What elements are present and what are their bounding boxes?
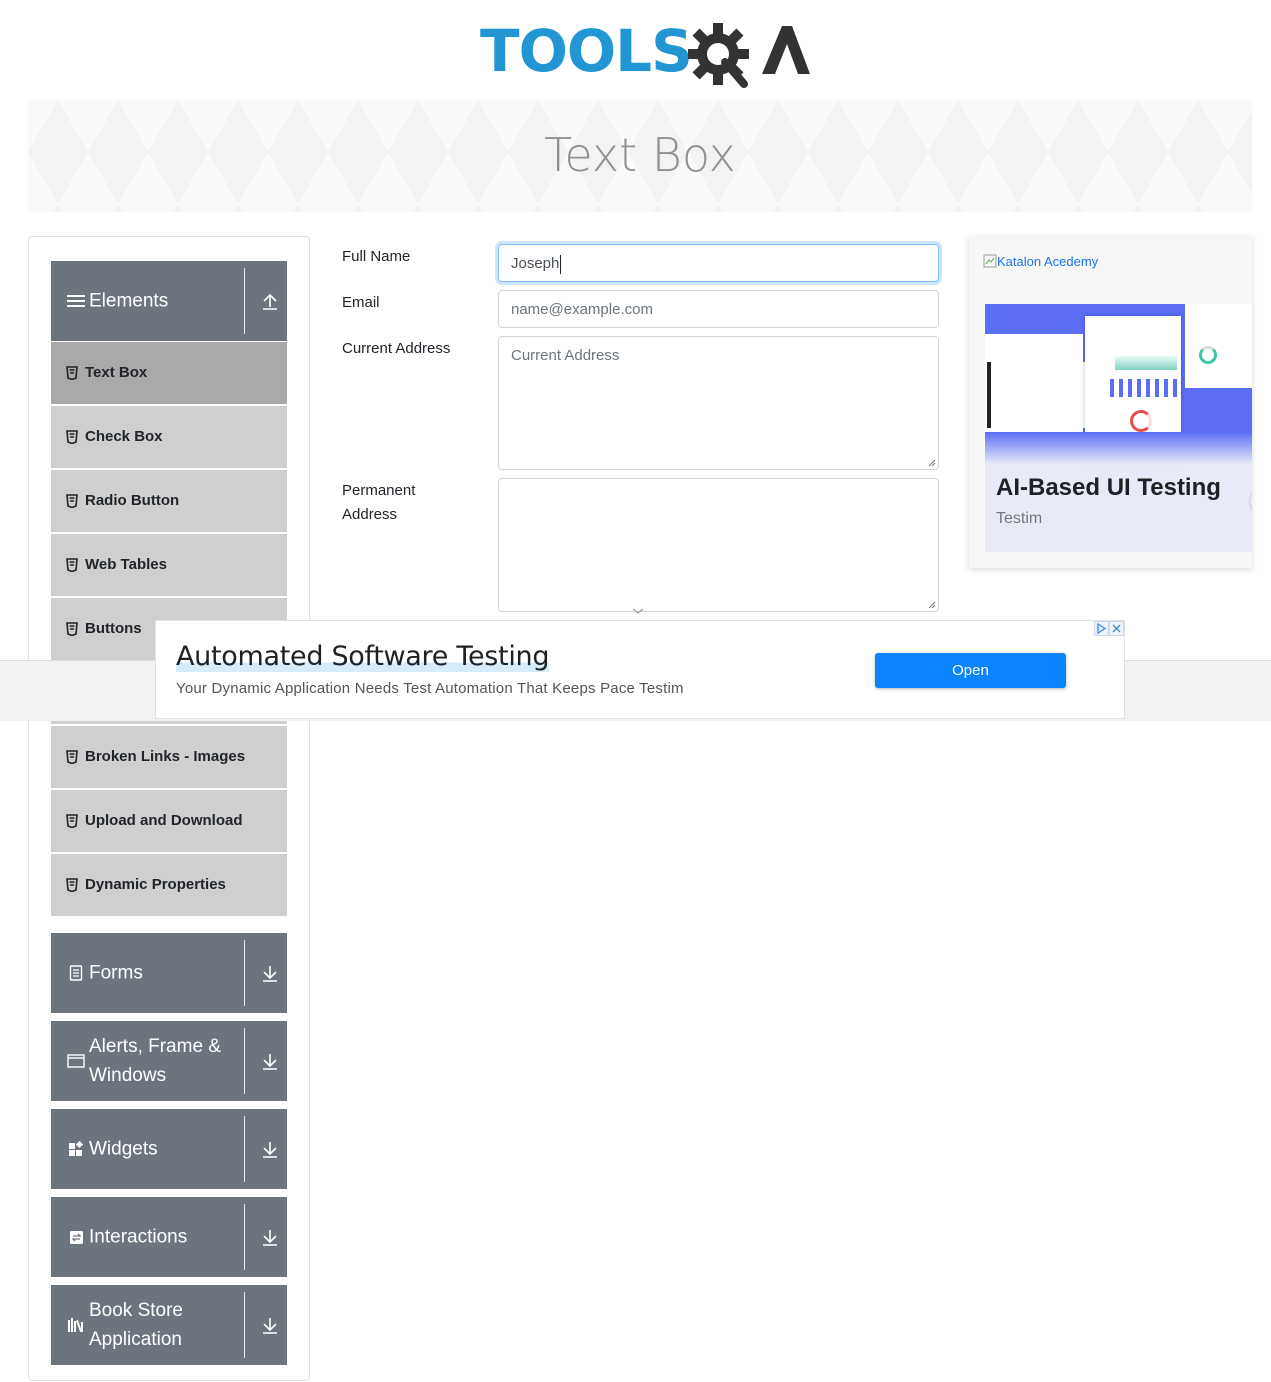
html5-icon	[66, 622, 78, 636]
sidebar-item-dynamic-properties[interactable]: Dynamic Properties	[51, 854, 287, 916]
html5-icon	[66, 430, 78, 444]
ad-title[interactable]: AI-Based UI Testing	[996, 474, 1221, 502]
bottom-ad[interactable]: Automated Software Testing Your Dynamic …	[155, 620, 1125, 719]
expand-down-icon[interactable]	[261, 1227, 279, 1247]
next-slide-button[interactable]	[1251, 484, 1252, 518]
ad-card[interactable]: AI-Based UI Testing Testim	[985, 304, 1252, 552]
bottom-ad-description: Your Dynamic Application Needs Test Auto…	[176, 680, 684, 697]
sidebar-group-interactions[interactable]: Interactions	[51, 1197, 287, 1277]
broken-image-alt-text: Katalon Acedemy	[997, 254, 1099, 269]
divider	[244, 268, 245, 334]
sidebar-item-label: Web Tables	[85, 556, 167, 573]
divider	[244, 1028, 245, 1094]
permanent-label-line1: Permanent	[342, 482, 416, 499]
html5-icon	[66, 814, 78, 828]
sidebar-item-label: Buttons	[85, 620, 142, 637]
chevron-right-icon	[1251, 484, 1252, 518]
menu-lines-icon	[67, 292, 85, 310]
chevron-down-icon[interactable]	[630, 606, 646, 616]
sidebar-item-upload-download[interactable]: Upload and Download	[51, 790, 287, 852]
sidebar-group-label: Book Store Application	[89, 1300, 183, 1350]
current-address-textarea[interactable]: Current Address	[498, 336, 939, 470]
sidebar-item-radio-button[interactable]: Radio Button	[51, 470, 287, 532]
expand-down-icon[interactable]	[261, 1139, 279, 1159]
divider	[244, 1204, 245, 1270]
logo-text: TOOLS	[480, 17, 693, 85]
html5-icon	[66, 366, 78, 380]
full-name-input[interactable]: Joseph	[498, 244, 939, 282]
toolsqa-logo[interactable]: TOOLS	[480, 14, 810, 94]
sidebar-group-label: Elements	[89, 290, 169, 312]
document-icon	[67, 964, 85, 982]
sidebar-item-label: Text Box	[85, 364, 148, 381]
sidebar-group-label: Forms	[89, 962, 143, 984]
sidebar-item-text-box[interactable]: Text Box	[51, 342, 287, 404]
sidebar-item-label: Radio Button	[85, 492, 180, 509]
full-name-value: Joseph	[511, 255, 560, 272]
permanent-address-label: Permanent Address	[342, 479, 415, 527]
current-address-label: Current Address	[342, 340, 451, 357]
email-placeholder: name@example.com	[511, 301, 653, 318]
bottom-ad-headline[interactable]: Automated Software Testing	[176, 641, 549, 672]
ad-advertiser: Testim	[996, 510, 1043, 527]
side-ad[interactable]: Katalon Acedemy AI-Based UI Testing Test…	[969, 236, 1252, 568]
sidebar-group-alerts[interactable]: Alerts, Frame & Windows	[51, 1021, 287, 1101]
close-ad-icon[interactable]	[1109, 621, 1124, 636]
browser-window-icon	[67, 1052, 85, 1070]
headline-text: Automated Software Testing	[176, 641, 550, 672]
sidebar-item-broken-links[interactable]: Broken Links - Images	[51, 726, 287, 788]
divider	[244, 1292, 245, 1358]
sidebar-group-widgets[interactable]: Widgets	[51, 1109, 287, 1189]
sidebar-group-forms[interactable]: Forms	[51, 933, 287, 1013]
sidebar: Elements Text Box Check Box Radio Button…	[28, 236, 310, 1381]
page-banner: Text Box	[28, 100, 1252, 212]
divider	[244, 940, 245, 1006]
sidebar-item-label: Dynamic Properties	[85, 876, 226, 893]
expand-down-icon[interactable]	[261, 1315, 279, 1335]
broken-image-icon	[983, 254, 997, 268]
ad-screenshot-image	[985, 304, 1252, 464]
email-label: Email	[342, 294, 380, 311]
adchoices-icon[interactable]	[1094, 621, 1109, 636]
sidebar-item-label: Broken Links - Images	[85, 748, 246, 765]
ad-open-button[interactable]: Open	[875, 653, 1066, 688]
full-name-label: Full Name	[342, 248, 411, 265]
sidebar-item-web-tables[interactable]: Web Tables	[51, 534, 287, 596]
permanent-label-line2: Address	[342, 506, 398, 523]
html5-icon	[66, 558, 78, 572]
html5-icon	[66, 878, 78, 892]
sidebar-item-label: Upload and Download	[85, 812, 243, 829]
sidebar-group-book-store[interactable]: Book Store Application	[51, 1285, 287, 1365]
permanent-address-textarea[interactable]	[498, 478, 939, 612]
logo-qa-icon	[688, 23, 810, 88]
collapse-up-icon[interactable]	[261, 291, 279, 311]
sidebar-group-label: Alerts, Frame & Windows	[89, 1036, 221, 1086]
resize-handle-icon[interactable]	[927, 600, 936, 609]
interactions-icon	[67, 1228, 85, 1246]
html5-icon	[66, 494, 78, 508]
books-icon	[67, 1316, 85, 1334]
expand-down-icon[interactable]	[261, 963, 279, 983]
divider	[244, 1116, 245, 1182]
sidebar-group-label: Interactions	[89, 1226, 188, 1248]
widgets-icon	[67, 1140, 85, 1158]
sidebar-item-check-box[interactable]: Check Box	[51, 406, 287, 468]
broken-image-link[interactable]: Katalon Acedemy	[983, 254, 1098, 269]
sidebar-group-label: Widgets	[89, 1138, 158, 1160]
html5-icon	[66, 750, 78, 764]
page-title: Text Box	[544, 128, 736, 182]
expand-down-icon[interactable]	[261, 1051, 279, 1071]
resize-handle-icon[interactable]	[927, 458, 936, 467]
sidebar-item-label: Check Box	[85, 428, 163, 445]
sidebar-group-elements[interactable]: Elements	[51, 261, 287, 341]
current-address-placeholder: Current Address	[511, 347, 620, 364]
text-cursor	[560, 254, 562, 274]
email-input[interactable]: name@example.com	[498, 290, 939, 328]
